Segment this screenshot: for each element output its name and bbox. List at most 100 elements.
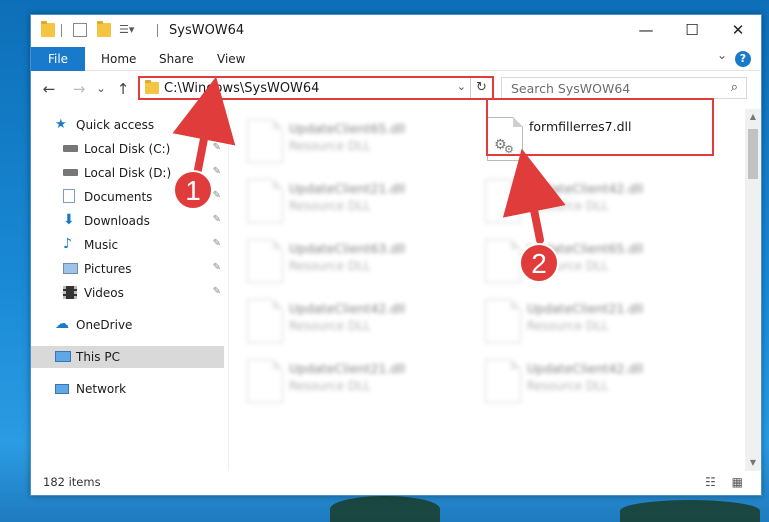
file-item[interactable]: UpdateClient65.dll Resource DLL (479, 233, 709, 289)
sidebar-item-label: Pictures (84, 262, 132, 276)
music-icon: ♪ (63, 236, 72, 252)
sidebar-item-onedrive[interactable]: ☁ OneDrive (31, 314, 224, 336)
divider (61, 24, 62, 37)
recent-locations-button[interactable]: ⌄ (91, 79, 111, 99)
scroll-up-icon[interactable]: ▲ (745, 109, 761, 125)
dll-file-icon (485, 179, 521, 223)
sidebar-item-local-disk-d[interactable]: Local Disk (D:) ✎ (31, 162, 224, 184)
folder-icon (41, 21, 55, 37)
cloud-icon: ☁ (55, 316, 69, 332)
item-count: 182 items (43, 475, 101, 489)
minimize-button[interactable]: — (623, 15, 669, 45)
dll-file-icon (247, 359, 283, 403)
file-item[interactable]: UpdateClient21.dll Resource DLL (241, 173, 471, 229)
pin-icon: ✎ (212, 142, 221, 153)
address-path[interactable]: C:\Windows\SysWOW64 (164, 81, 319, 96)
new-folder-icon[interactable] (97, 21, 111, 37)
back-button[interactable]: ← (39, 79, 59, 99)
dll-file-icon (247, 179, 283, 223)
sidebar-item-label: Music (84, 238, 119, 252)
ribbon: File Home Share View ⌄ ? (31, 47, 761, 71)
address-dropdown-icon[interactable]: ⌄ (457, 80, 466, 93)
file-name: UpdateClient21.dll (527, 301, 644, 316)
sidebar-item-quick-access[interactable]: ★ Quick access (31, 114, 224, 136)
file-name: UpdateClient65.dll (289, 121, 406, 136)
explorer-window: ☰▾ SysWOW64 — ☐ ✕ File Home Share View ⌄… (30, 14, 762, 496)
file-name: UpdateClient21.dll (289, 181, 406, 196)
dll-file-icon (485, 239, 521, 283)
pin-icon: ✎ (212, 262, 221, 273)
sidebar-item-local-disk-c[interactable]: Local Disk (C:) ✎ (31, 138, 224, 160)
file-type: Resource DLL (289, 259, 371, 273)
search-icon[interactable]: ⌕ (731, 80, 738, 95)
dll-file-icon (247, 299, 283, 343)
pin-icon: ✎ (212, 190, 221, 201)
file-list: UpdateClient65.dll Resource DLL UpdateCl… (241, 109, 741, 469)
dll-file-icon (247, 239, 283, 283)
sidebar-item-label: Documents (84, 190, 153, 204)
file-type: Resource DLL (527, 199, 609, 213)
divider (157, 24, 158, 37)
close-button[interactable]: ✕ (715, 15, 761, 45)
tab-home[interactable]: Home (101, 47, 136, 71)
help-icon[interactable]: ? (735, 51, 751, 67)
pin-icon: ✎ (212, 238, 221, 249)
search-placeholder[interactable]: Search SysWOW64 (511, 81, 630, 96)
network-icon (55, 384, 69, 394)
computer-icon (55, 351, 71, 362)
sidebar-item-videos[interactable]: Videos ✎ (31, 282, 224, 304)
tab-file[interactable]: File (31, 47, 85, 71)
pane-divider (228, 109, 229, 471)
view-toggle-icons[interactable]: ☷ ▦ (705, 475, 749, 489)
address-bar[interactable]: C:\Windows\SysWOW64 ⌄ ↻ (138, 76, 494, 100)
drive-icon (63, 145, 78, 152)
vertical-scrollbar[interactable]: ▲ ▼ (745, 109, 761, 471)
sidebar-item-label: Videos (84, 286, 124, 300)
file-item[interactable]: UpdateClient42.dll Resource DLL (479, 173, 709, 229)
drive-icon (63, 169, 78, 176)
up-button[interactable]: ↑ (113, 79, 133, 99)
sidebar-item-label: OneDrive (76, 318, 133, 332)
sidebar-item-label: Local Disk (D:) (84, 166, 172, 180)
file-item[interactable]: UpdateClient21.dll Resource DLL (241, 353, 471, 409)
file-item[interactable]: UpdateClient65.dll Resource DLL (241, 113, 471, 169)
sidebar-item-label: Network (76, 382, 127, 396)
tab-view[interactable]: View (217, 47, 245, 71)
refresh-button[interactable]: ↻ (470, 78, 492, 98)
forward-button[interactable]: → (69, 79, 89, 99)
sidebar-item-documents[interactable]: Documents ✎ (31, 186, 224, 208)
pin-icon: ✎ (212, 286, 221, 297)
file-type: Resource DLL (289, 199, 371, 213)
sidebar-item-label: Local Disk (C:) (84, 142, 171, 156)
sidebar-item-this-pc[interactable]: This PC (31, 346, 224, 368)
sidebar-item-pictures[interactable]: Pictures ✎ (31, 258, 224, 280)
maximize-button[interactable]: ☐ (669, 15, 715, 45)
file-item[interactable]: UpdateClient21.dll Resource DLL (479, 293, 709, 349)
dll-file-icon (485, 359, 521, 403)
search-box[interactable]: Search SysWOW64 ⌕ (501, 77, 747, 99)
file-type: Resource DLL (289, 379, 371, 393)
downloads-icon: ⬇ (63, 212, 75, 228)
sidebar-item-label: This PC (76, 350, 120, 364)
file-item[interactable]: UpdateClient42.dll Resource DLL (479, 353, 709, 409)
file-type: Resource DLL (527, 319, 609, 333)
scroll-thumb[interactable] (748, 129, 758, 179)
expand-ribbon-icon[interactable]: ⌄ (717, 48, 727, 62)
file-type: Resource DLL (527, 259, 609, 273)
sidebar-item-downloads[interactable]: ⬇ Downloads ✎ (31, 210, 224, 232)
file-type: Resource DLL (289, 319, 371, 333)
pin-icon: ✎ (212, 214, 221, 225)
tab-share[interactable]: Share (159, 47, 194, 71)
dll-file-icon (247, 119, 283, 163)
file-item[interactable]: UpdateClient42.dll Resource DLL (241, 293, 471, 349)
dll-file-icon (485, 299, 521, 343)
file-name: UpdateClient42.dll (527, 181, 644, 196)
sidebar-item-music[interactable]: ♪ Music ✎ (31, 234, 224, 256)
file-item[interactable]: UpdateClient63.dll Resource DLL (241, 233, 471, 289)
customize-toolbar-icon[interactable]: ☰▾ (119, 23, 143, 37)
sidebar-item-network[interactable]: Network (31, 378, 224, 400)
navigation-pane: ★ Quick access Local Disk (C:) ✎ Local D… (31, 109, 227, 471)
file-name: UpdateClient21.dll (289, 361, 406, 376)
properties-icon[interactable] (73, 23, 87, 37)
palm-silhouette (330, 496, 440, 522)
